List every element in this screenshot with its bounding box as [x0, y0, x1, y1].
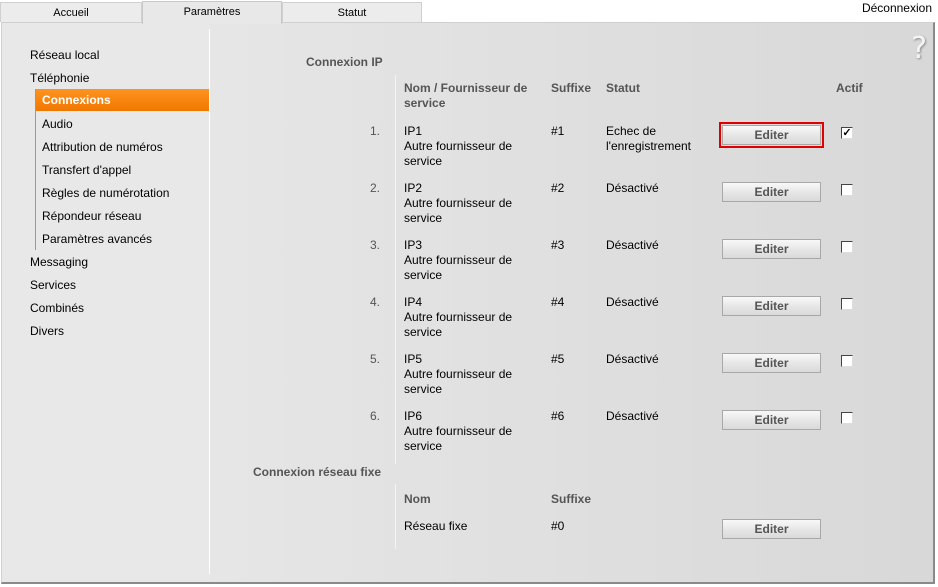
provider-line1: Autre fournisseur de — [404, 253, 513, 267]
content-frame: Réseau local Téléphonie Connexions Audio… — [1, 22, 935, 584]
main-panel: ? Connexion IP Nom / Fournisseur de serv… — [210, 23, 933, 582]
row-number: 2. — [369, 181, 380, 195]
sidebar-item-divers[interactable]: Divers — [30, 324, 64, 338]
sidebar-subitem-attribution[interactable]: Attribution de numéros — [42, 140, 163, 154]
provider-line2: service — [404, 154, 443, 168]
provider-line2: service — [404, 268, 443, 282]
sidebar-subitem-audio[interactable]: Audio — [42, 117, 73, 131]
row-number: 3. — [369, 238, 380, 252]
provider-line1: Autre fournisseur de — [404, 139, 513, 153]
active-checkbox-ip3[interactable] — [841, 241, 853, 253]
edit-ip5-button[interactable]: Editer — [722, 353, 821, 373]
fixed-header-name: Nom — [404, 492, 431, 506]
suffix: #4 — [551, 295, 565, 309]
sidebar-subitem-transfert[interactable]: Transfert d'appel — [42, 163, 131, 177]
fixed-section-title: Connexion réseau fixe — [253, 465, 382, 479]
status-line1: Désactivé — [606, 409, 659, 423]
suffix: #3 — [551, 238, 565, 252]
header-name-line2: service — [404, 96, 446, 110]
tab-statut[interactable]: Statut — [282, 2, 422, 22]
fixed-header-suffix: Suffixe — [551, 492, 592, 506]
suffix: #1 — [551, 124, 565, 138]
edit-ip6-button[interactable]: Editer — [722, 410, 821, 430]
connection-name: IP1 — [404, 124, 423, 138]
header-name: Nom / Fournisseur de service — [404, 81, 527, 111]
status-line1: Désactivé — [606, 352, 659, 366]
suffix: #5 — [551, 352, 565, 366]
edit-ip1-button[interactable]: Editer — [719, 122, 824, 148]
status-line1: Désactivé — [606, 238, 659, 252]
status-line1: Echec de — [606, 124, 657, 138]
edit-ip3-button[interactable]: Editer — [722, 239, 821, 259]
top-tabs: Accueil Paramètres Statut Déconnexion — [0, 0, 938, 24]
provider-line1: Autre fournisseur de — [404, 424, 513, 438]
status-line1: Désactivé — [606, 295, 659, 309]
sidebar-subitem-repondeur[interactable]: Répondeur réseau — [42, 209, 141, 223]
provider-line1: Autre fournisseur de — [404, 196, 513, 210]
sidebar: Réseau local Téléphonie Connexions Audio… — [2, 23, 217, 582]
sidebar-subitem-avances[interactable]: Paramètres avancés — [42, 232, 152, 246]
row-number: 5. — [369, 352, 380, 366]
connection-name: IP3 — [404, 238, 423, 252]
row-number: 1. — [369, 124, 380, 138]
provider-line2: service — [404, 382, 443, 396]
ip-section-title: Connexion IP — [306, 55, 383, 69]
sidebar-item-telephonie[interactable]: Téléphonie — [30, 71, 89, 85]
active-checkbox-ip1[interactable]: ✓ — [841, 127, 853, 139]
tab-accueil[interactable]: Accueil — [0, 2, 142, 22]
fixed-table-divider — [395, 484, 396, 549]
provider-line2: service — [404, 325, 443, 339]
fixed-row-name: Réseau fixe — [404, 519, 468, 533]
provider-line2: service — [404, 439, 443, 453]
header-suffix: Suffixe — [551, 81, 592, 95]
connection-name: IP5 — [404, 352, 423, 366]
edit-ip2-button[interactable]: Editer — [722, 182, 821, 202]
active-checkbox-ip6[interactable] — [841, 412, 853, 424]
suffix: #2 — [551, 181, 565, 195]
connection-name: IP6 — [404, 409, 423, 423]
provider-line2: service — [404, 211, 443, 225]
suffix: #6 — [551, 409, 565, 423]
header-status: Statut — [606, 81, 640, 95]
provider-line1: Autre fournisseur de — [404, 310, 513, 324]
sidebar-subitem-connexions[interactable]: Connexions — [36, 89, 217, 111]
provider-line1: Autre fournisseur de — [404, 367, 513, 381]
status-line1: Désactivé — [606, 181, 659, 195]
ip-table-divider — [395, 75, 396, 464]
header-name-line1: Nom / Fournisseur de — [404, 81, 528, 95]
sidebar-item-messaging[interactable]: Messaging — [30, 255, 88, 269]
active-checkbox-ip5[interactable] — [841, 355, 853, 367]
row-number: 4. — [369, 295, 380, 309]
sidebar-item-combines[interactable]: Combinés — [30, 301, 84, 315]
active-checkbox-ip4[interactable] — [841, 298, 853, 310]
help-icon[interactable]: ? — [911, 31, 927, 66]
connection-name: IP4 — [404, 295, 423, 309]
active-checkbox-ip2[interactable] — [841, 184, 853, 196]
status-line2: l'enregistrement — [606, 139, 691, 153]
sidebar-subitem-regles[interactable]: Règles de numérotation — [42, 186, 169, 200]
row-number: 6. — [369, 409, 380, 423]
edit-ip4-button[interactable]: Editer — [722, 296, 821, 316]
header-active: Actif — [836, 81, 863, 95]
subnav-divider — [35, 89, 36, 250]
sidebar-item-reseau-local[interactable]: Réseau local — [30, 48, 99, 62]
edit-fixed-button[interactable]: Editer — [722, 519, 821, 539]
connection-name: IP2 — [404, 181, 423, 195]
sidebar-item-services[interactable]: Services — [30, 278, 76, 292]
fixed-row-suffix: #0 — [551, 519, 565, 533]
logout-link[interactable]: Déconnexion — [862, 1, 932, 15]
tab-parametres[interactable]: Paramètres — [142, 1, 282, 24]
